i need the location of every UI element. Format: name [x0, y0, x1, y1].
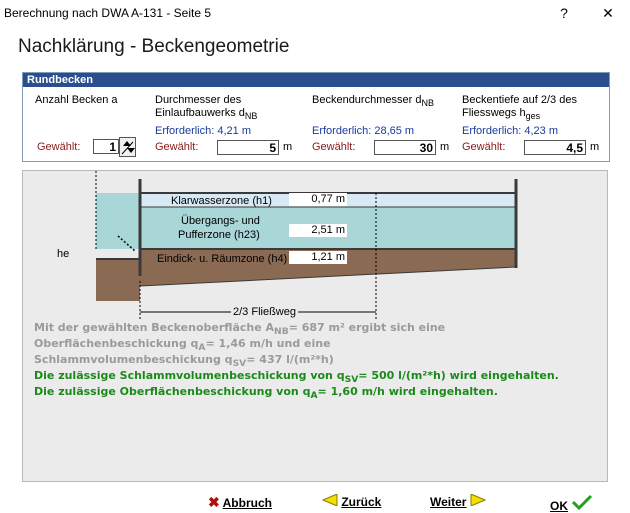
- zone2-label-2: Pufferzone (h23): [178, 229, 260, 241]
- ok-button[interactable]: OK: [550, 494, 593, 513]
- zone3-label: Eindick- u. Räumzone (h4): [157, 253, 288, 265]
- einlauf-unit: m: [283, 141, 293, 153]
- spinner-arrows-icon: [121, 141, 135, 155]
- arrow-right-icon: [470, 493, 487, 507]
- page-title: Nachklärung - Beckengeometrie: [18, 36, 290, 57]
- info-line-2: Oberflächenbeschickung qA= 1,46 m/h und …: [34, 337, 331, 354]
- help-button[interactable]: ?: [552, 2, 576, 24]
- anzahl-label: Anzahl Becken a: [35, 94, 118, 106]
- anzahl-gewaehlt-label: Gewählt:: [37, 141, 81, 153]
- close-button[interactable]: ✕: [596, 2, 620, 24]
- group-header: Rundbecken: [23, 73, 609, 87]
- becken-gewaehlt-label: Gewählt:: [312, 141, 356, 153]
- tiefe-label-1: Beckentiefe auf 2/3 des: [462, 94, 577, 106]
- becken-input[interactable]: 30: [374, 140, 436, 155]
- rundbecken-group: Rundbecken Anzahl Becken a Gewählt: 1 Du…: [22, 72, 610, 162]
- tiefe-unit: m: [590, 141, 600, 153]
- einlauf-gewaehlt-label: Gewählt:: [155, 141, 199, 153]
- zone1-label: Klarwasserzone (h1): [171, 195, 272, 207]
- info-line-3: Schlammvolumenbeschickung qSV= 437 l/(m²…: [34, 353, 334, 370]
- info-line-1: Mit der gewählten Beckenoberfläche ANB= …: [34, 321, 446, 338]
- einlauf-label-2: Einlaufbauwerks dNB: [155, 107, 258, 122]
- becken-unit: m: [440, 141, 450, 153]
- zone1-value: 0,77 m: [289, 193, 347, 206]
- cancel-x-icon: ✖: [208, 494, 220, 510]
- zone3-value: 1,21 m: [289, 251, 347, 264]
- weiter-button[interactable]: Weiter: [430, 493, 487, 512]
- einlauf-erforderlich: Erforderlich: 4,21 m: [155, 125, 251, 137]
- he-label: he: [57, 248, 70, 260]
- becken-erforderlich: Erforderlich: 28,65 m: [312, 125, 415, 137]
- zone2-label-1: Übergangs- und: [181, 215, 260, 227]
- tiefe-erforderlich: Erforderlich: 4,23 m: [462, 125, 558, 137]
- zurueck-button[interactable]: Zurück: [321, 493, 381, 512]
- arrow-left-icon: [321, 493, 338, 507]
- zone2-value: 2,51 m: [289, 224, 347, 237]
- tiefe-input[interactable]: 4,5: [524, 140, 586, 155]
- flow-label: 2/3 Fließweg: [231, 306, 298, 318]
- diagram-panel: he Klarwasserzone (h1) 0,77 m Übergangs-…: [22, 170, 608, 482]
- anzahl-input[interactable]: 1: [93, 139, 119, 154]
- tiefe-label-2: Fliesswegs hges: [462, 107, 541, 122]
- ok-line-2: Die zulässige Oberflächenbeschickung von…: [34, 385, 498, 402]
- tiefe-gewaehlt-label: Gewählt:: [462, 141, 506, 153]
- inlet-water: [96, 193, 140, 249]
- anzahl-spinner[interactable]: [119, 137, 136, 157]
- becken-label: Beckendurchmesser dNB: [312, 94, 434, 109]
- window-title: Berechnung nach DWA A-131 - Seite 5: [4, 6, 212, 20]
- abbruch-button[interactable]: ✖ Abbruch: [208, 494, 272, 512]
- ok-line-1: Die zulässige Schlammvolumenbeschickung …: [34, 369, 559, 386]
- einlauf-label-1: Durchmesser des: [155, 94, 242, 106]
- checkmark-icon: [572, 494, 593, 511]
- einlauf-input[interactable]: 5: [217, 140, 279, 155]
